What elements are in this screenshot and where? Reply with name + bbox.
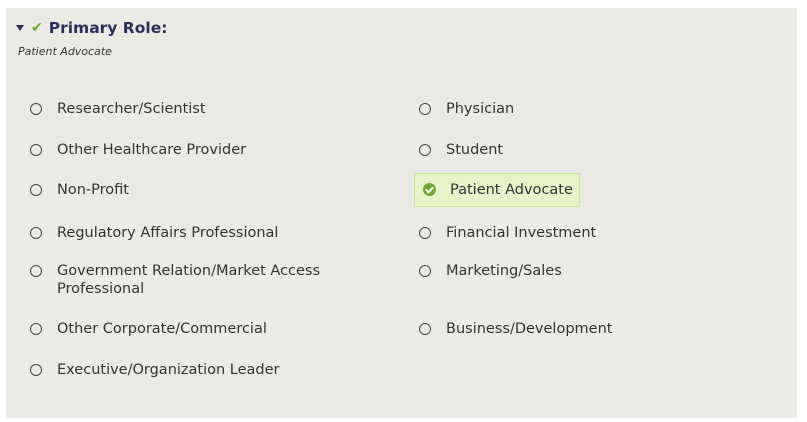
radio-option-financial-investment[interactable]: Financial Investment — [419, 224, 596, 242]
radio-circle-icon[interactable] — [419, 144, 431, 156]
section-title: Primary Role: — [48, 19, 168, 37]
option-label: Regulatory Affairs Professional — [57, 225, 279, 241]
radio-option-regulatory-affairs-professional[interactable]: Regulatory Affairs Professional — [30, 224, 278, 242]
radio-option-marketing-sales[interactable]: Marketing/Sales — [419, 262, 562, 280]
radio-circle-icon[interactable] — [30, 265, 42, 277]
option-label: Non-Profit — [57, 182, 129, 198]
option-label: Researcher/Scientist — [57, 101, 206, 117]
radio-option-other-healthcare-provider[interactable]: Other Healthcare Provider — [30, 141, 246, 159]
option-label: Other Healthcare Provider — [57, 142, 247, 158]
checkmark-icon: ✔ — [31, 20, 43, 36]
radio-option-executive-organization-leader[interactable]: Executive/Organization Leader — [30, 361, 280, 379]
option-label: Executive/Organization Leader — [57, 362, 280, 378]
radio-circle-icon[interactable] — [419, 265, 431, 277]
radio-option-non-profit[interactable]: Non-Profit — [30, 181, 129, 199]
radio-option-student[interactable]: Student — [419, 141, 503, 159]
radio-option-business-development[interactable]: Business/Development — [419, 320, 612, 338]
radio-option-researcher-scientist[interactable]: Researcher/Scientist — [30, 100, 206, 118]
radio-circle-icon[interactable] — [419, 103, 431, 115]
radio-option-patient-advocate[interactable]: Patient Advocate — [414, 173, 580, 207]
radio-circle-icon[interactable] — [30, 144, 42, 156]
radio-circle-icon[interactable] — [30, 323, 42, 335]
radio-option-other-corporate-commercial[interactable]: Other Corporate/Commercial — [30, 320, 267, 338]
current-value: Patient Advocate — [18, 45, 112, 58]
radio-option-government-relation[interactable]: Government Relation/Market Access Profes… — [30, 262, 360, 298]
radio-circle-icon[interactable] — [30, 364, 42, 376]
radio-circle-icon[interactable] — [30, 184, 42, 196]
radio-circle-icon[interactable] — [419, 227, 431, 239]
option-label: Physician — [446, 101, 515, 117]
caret-down-icon[interactable] — [16, 25, 24, 31]
option-label: Business/Development — [446, 321, 613, 337]
primary-role-panel: ✔ Primary Role: Patient Advocate Researc… — [6, 8, 797, 418]
radio-option-physician[interactable]: Physician — [419, 100, 514, 118]
option-label: Marketing/Sales — [446, 263, 562, 279]
option-label: Other Corporate/Commercial — [57, 321, 267, 337]
radio-circle-icon[interactable] — [30, 227, 42, 239]
option-label: Patient Advocate — [450, 182, 573, 198]
option-label: Government Relation/Market Access Profes… — [57, 263, 321, 297]
radio-circle-icon[interactable] — [30, 103, 42, 115]
section-header[interactable]: ✔ Primary Role: — [16, 19, 167, 37]
radio-checked-icon[interactable] — [423, 183, 436, 196]
radio-circle-icon[interactable] — [419, 323, 431, 335]
option-label: Student — [446, 142, 504, 158]
option-label: Financial Investment — [446, 225, 597, 241]
